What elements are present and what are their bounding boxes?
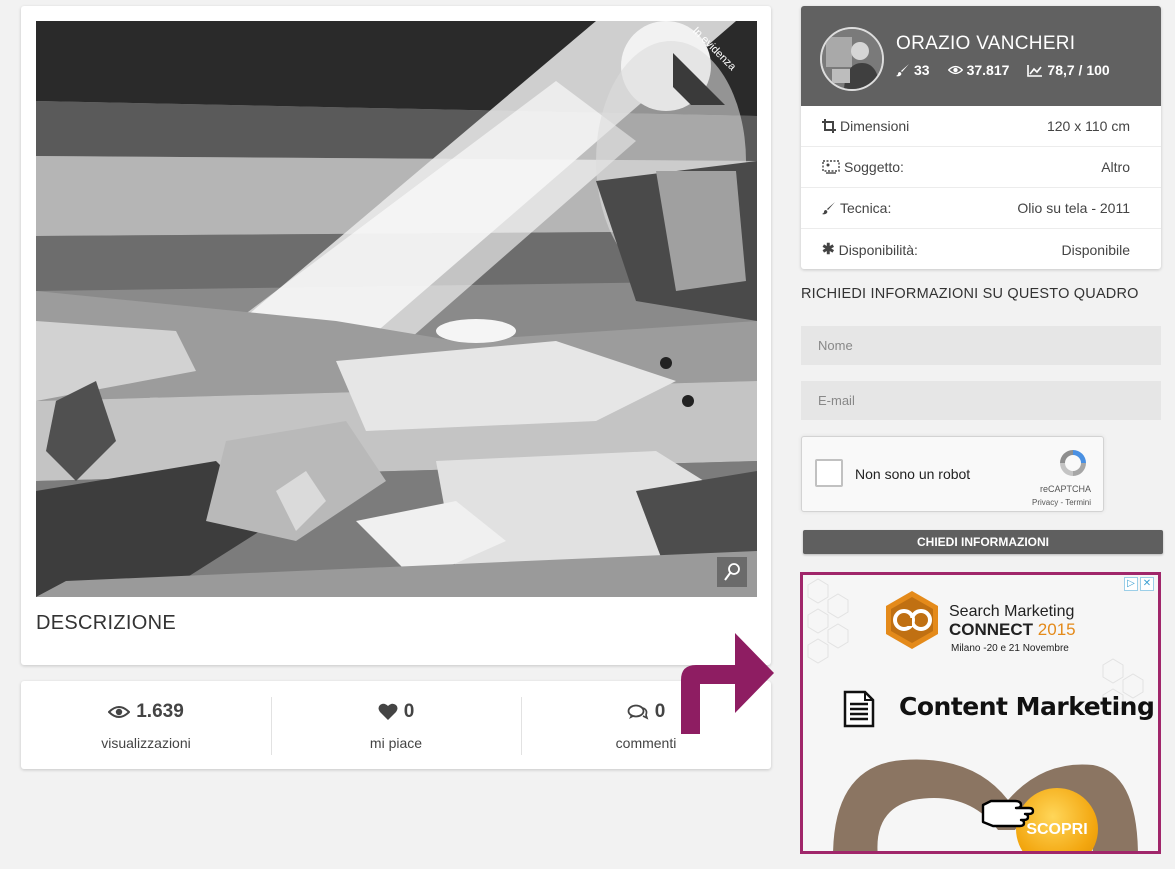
detail-label: Tecnica:	[840, 200, 892, 216]
description-heading: DESCRIZIONE	[36, 612, 176, 634]
ad-brand-line1: Search Marketing	[949, 603, 1075, 620]
pointing-hand-icon	[981, 799, 1035, 828]
artwork-card: In evidenza DESCRIZIONE	[21, 6, 771, 665]
views-stat: 1.639 visualizzazioni	[21, 681, 271, 769]
eye-icon	[108, 706, 131, 718]
recaptcha-links[interactable]: Privacy - Termini	[1032, 498, 1091, 507]
subject-icon	[822, 160, 840, 174]
detail-label: Dimensioni	[840, 118, 910, 134]
recaptcha-logo-icon	[1055, 447, 1091, 484]
zoom-button[interactable]	[717, 557, 747, 587]
ad-close-icon[interactable]: ✕	[1140, 577, 1154, 591]
detail-label: Soggetto:	[844, 159, 904, 175]
comments-count: 0	[654, 701, 666, 722]
views-count: 1.639	[136, 701, 184, 722]
asterisk-icon: ✱	[822, 240, 835, 258]
artist-photo	[822, 29, 882, 89]
magnifier-icon	[724, 563, 740, 581]
brush-icon	[896, 64, 909, 77]
views-label: visualizzazioni	[101, 735, 191, 751]
detail-row-technique: Tecnica: Olio su tela - 2011	[801, 188, 1161, 229]
artwork-stats: 1.639 visualizzazioni 0 mi piace 0 comme…	[21, 681, 771, 769]
artist-header[interactable]: ORAZIO VANCHERI 33 37.817 78,7 / 100	[801, 6, 1161, 106]
recaptcha-label: Non sono un robot	[855, 466, 971, 482]
detail-value: Altro	[1101, 159, 1130, 175]
artist-score: 78,7 / 100	[1047, 62, 1110, 78]
detail-row-dimensions: Dimensioni 120 x 110 cm	[801, 106, 1161, 147]
pointer-arrow-icon	[681, 633, 774, 734]
comments-icon	[627, 704, 649, 720]
email-field[interactable]	[801, 381, 1161, 420]
painting-graphic	[36, 21, 757, 597]
conference-logo-icon	[886, 591, 938, 649]
likes-count: 0	[403, 701, 415, 722]
request-info-heading: RICHIEDI INFORMAZIONI SU QUESTO QUADRO	[801, 286, 1139, 302]
advertisement-banner[interactable]: ▷ ✕ Search Marketing CONNECT 2015 Milano…	[800, 572, 1161, 854]
name-field[interactable]	[801, 326, 1161, 365]
crop-icon	[822, 119, 836, 133]
ad-event-date: Milano -20 e 21 Novembre	[951, 643, 1069, 654]
artist-works-count: 33	[914, 62, 930, 78]
artwork-image[interactable]: In evidenza	[36, 21, 757, 597]
artist-name[interactable]: ORAZIO VANCHERI	[896, 33, 1075, 55]
likes-label: mi piace	[369, 735, 423, 751]
line-chart-icon	[1027, 64, 1043, 77]
request-info-button[interactable]: CHIEDI INFORMAZIONI	[803, 530, 1163, 554]
featured-ribbon: In evidenza	[673, 21, 757, 105]
detail-value: Olio su tela - 2011	[1017, 200, 1130, 216]
ad-choices[interactable]: ▷ ✕	[1124, 577, 1154, 591]
detail-label: Disponibilità:	[838, 241, 918, 258]
brush-icon	[822, 202, 835, 215]
detail-value: Disponibile	[1061, 241, 1130, 258]
ad-headline: Content Marketing	[899, 692, 1155, 721]
avatar[interactable]	[820, 27, 884, 91]
heart-icon[interactable]	[378, 703, 398, 721]
document-icon	[843, 690, 875, 728]
recaptcha-checkbox[interactable]	[815, 459, 843, 487]
ad-brand-connect: CONNECT	[949, 620, 1034, 639]
ad-brand-year: 2015	[1037, 620, 1076, 639]
detail-value: 120 x 110 cm	[1046, 118, 1130, 134]
artist-views-count: 37.817	[966, 62, 1010, 78]
detail-row-availability: ✱ Disponibilità: Disponibile	[801, 229, 1161, 269]
artist-stats: 33 37.817 78,7 / 100	[896, 62, 1110, 78]
detail-row-subject: Soggetto: Altro	[801, 147, 1161, 188]
artist-card: ORAZIO VANCHERI 33 37.817 78,7 / 100 Dim…	[801, 6, 1161, 269]
ad-info-icon[interactable]: ▷	[1124, 577, 1138, 591]
likes-stat[interactable]: 0 mi piace	[271, 681, 521, 769]
recaptcha-brand: reCAPTCHA	[1039, 484, 1091, 494]
comments-label: commenti	[615, 735, 677, 751]
eye-icon	[947, 65, 963, 75]
recaptcha-widget: Non sono un robot reCAPTCHA Privacy - Te…	[801, 436, 1104, 512]
ad-brand-line2: CONNECT 2015	[949, 620, 1076, 640]
